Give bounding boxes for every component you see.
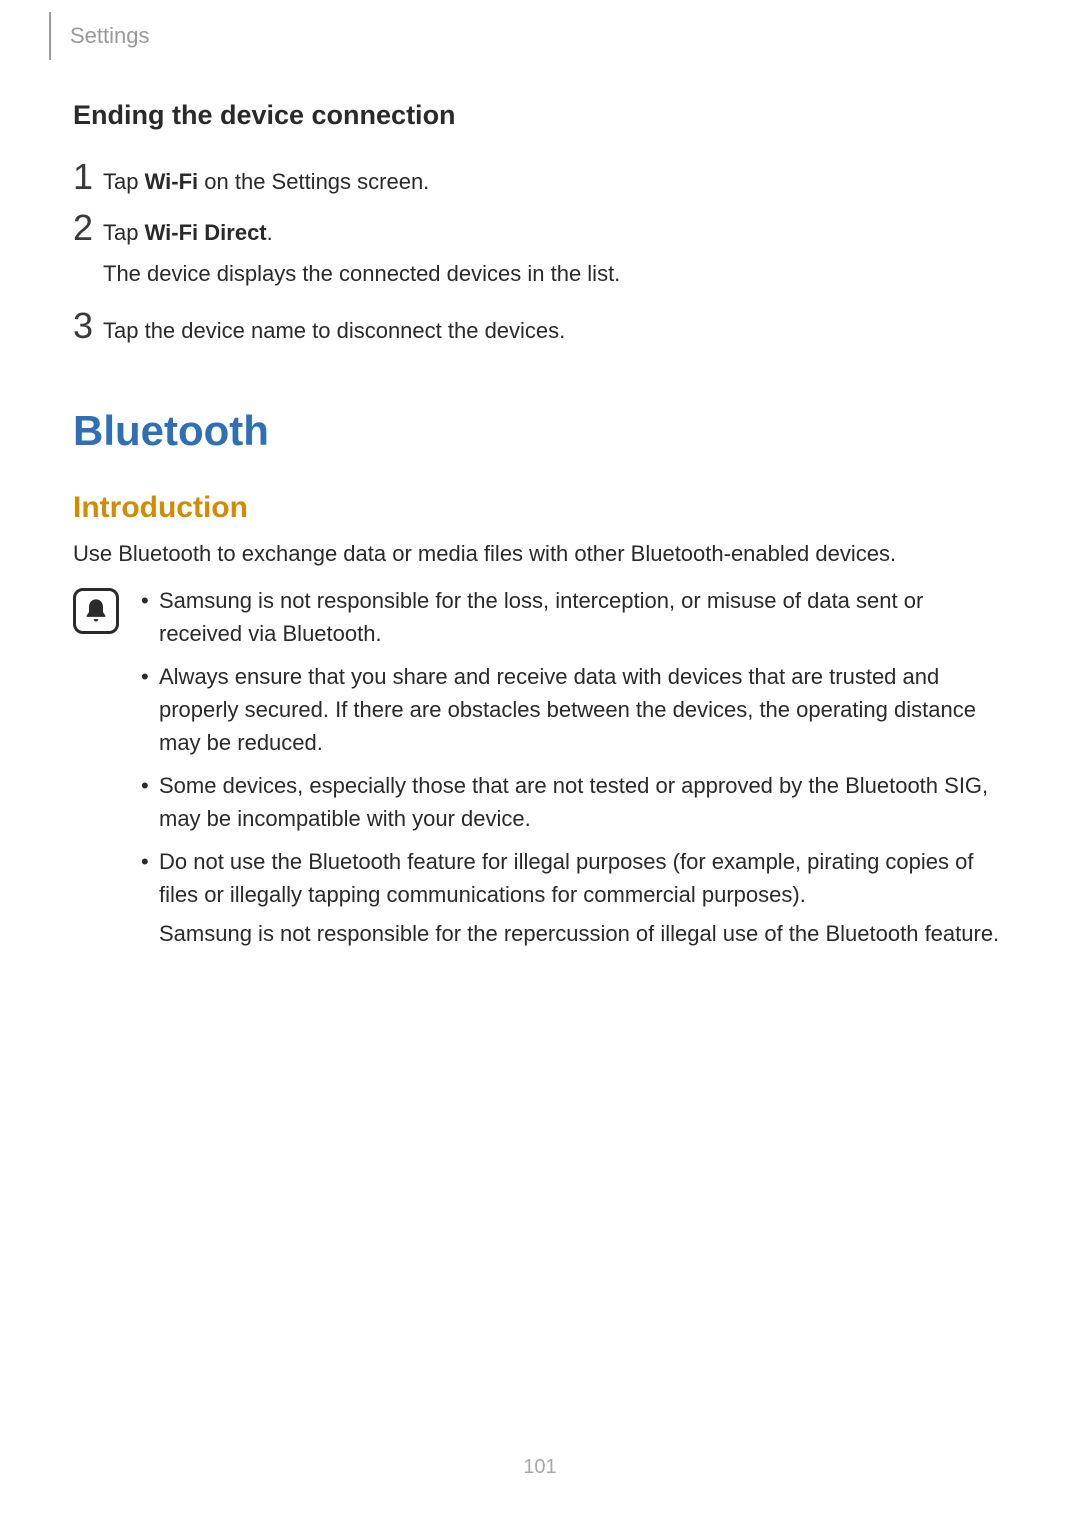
note-text: Do not use the Bluetooth feature for ill… — [159, 849, 973, 907]
page-number: 101 — [0, 1456, 1080, 1479]
header-bar: Settings — [49, 12, 150, 60]
note-item: Always ensure that you share and receive… — [137, 660, 1007, 759]
section-title-bluetooth: Bluetooth — [73, 407, 1007, 455]
step-text-pre: Tap the device name to disconnect the de… — [103, 318, 565, 343]
page-content: Ending the device connection 1 Tap Wi-Fi… — [73, 100, 1007, 960]
step-text-post: on the Settings screen. — [198, 169, 429, 194]
step-subtext: The device displays the connected device… — [103, 257, 620, 290]
note-icon-wrap — [73, 588, 119, 634]
note-extra: Samsung is not responsible for the reper… — [159, 917, 1007, 950]
step-text-bold: Wi-Fi Direct — [145, 220, 267, 245]
step-3: 3 Tap the device name to disconnect the … — [73, 312, 1007, 347]
note-list: Samsung is not responsible for the loss,… — [137, 584, 1007, 960]
step-number: 2 — [73, 210, 103, 246]
step-number: 1 — [73, 159, 103, 195]
note-item: Do not use the Bluetooth feature for ill… — [137, 845, 1007, 950]
note-text: Always ensure that you share and receive… — [159, 664, 976, 755]
note-item: Some devices, especially those that are … — [137, 769, 1007, 835]
step-text-pre: Tap — [103, 169, 145, 194]
subheading-ending-connection: Ending the device connection — [73, 100, 1007, 131]
step-number: 3 — [73, 308, 103, 344]
step-text-bold: Wi-Fi — [145, 169, 199, 194]
intro-paragraph: Use Bluetooth to exchange data or media … — [73, 537, 1007, 570]
step-text-pre: Tap — [103, 220, 145, 245]
note-text: Samsung is not responsible for the loss,… — [159, 588, 923, 646]
step-text-post: . — [267, 220, 273, 245]
step-1: 1 Tap Wi-Fi on the Settings screen. — [73, 163, 1007, 198]
note-block: Samsung is not responsible for the loss,… — [73, 584, 1007, 960]
note-item: Samsung is not responsible for the loss,… — [137, 584, 1007, 650]
header-section-label: Settings — [70, 23, 150, 49]
note-text: Some devices, especially those that are … — [159, 773, 988, 831]
step-body: Tap Wi-Fi Direct. The device displays th… — [103, 214, 620, 290]
step-body: Tap the device name to disconnect the de… — [103, 312, 565, 347]
bell-icon — [73, 588, 119, 634]
subsection-title-introduction: Introduction — [73, 491, 1007, 525]
step-2: 2 Tap Wi-Fi Direct. The device displays … — [73, 214, 1007, 290]
step-body: Tap Wi-Fi on the Settings screen. — [103, 163, 429, 198]
